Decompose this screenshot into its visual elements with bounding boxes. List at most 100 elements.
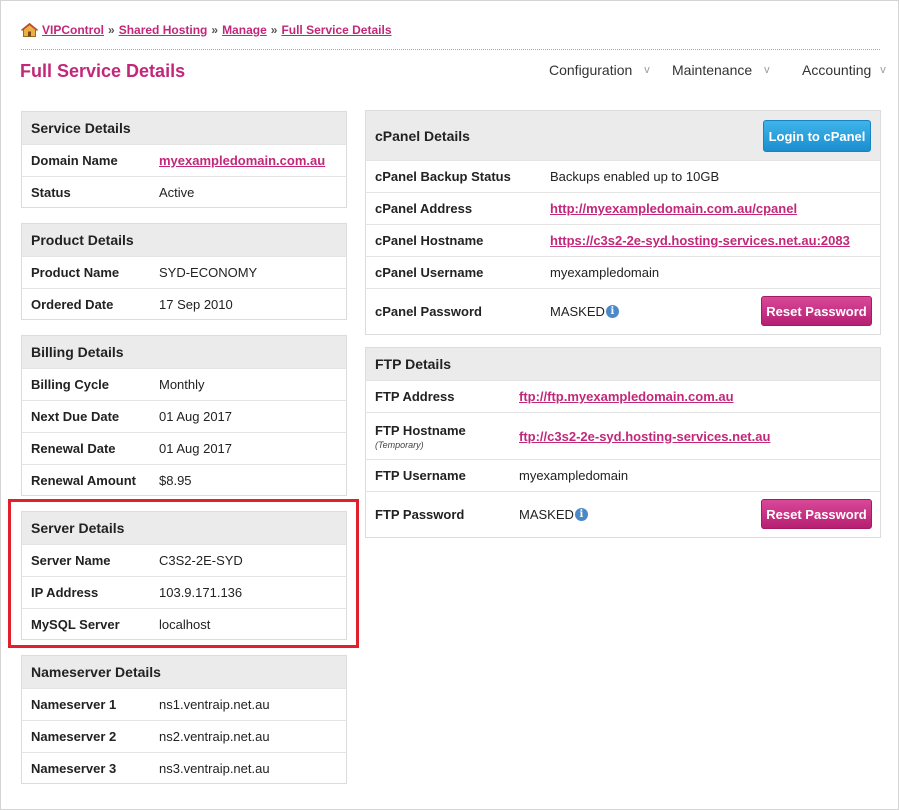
panel-title: FTP Details (366, 348, 880, 380)
row-label: cPanel Backup Status (375, 169, 511, 184)
product-details-panel: Product Details Product Name SYD-ECONOMY… (21, 223, 347, 320)
billing-details-panel: Billing Details Billing Cycle Monthly Ne… (21, 335, 347, 496)
table-row: cPanel Hostname https://c3s2-2e-syd.host… (366, 224, 880, 256)
nav-maintenance[interactable]: Maintenance v (672, 61, 770, 79)
row-label: Nameserver 2 (31, 729, 117, 744)
ftp-password-value: MASKED (519, 507, 574, 522)
ftp-details-panel: FTP Details FTP Address ftp://ftp.myexam… (365, 347, 881, 538)
page-title: Full Service Details (20, 61, 186, 81)
cpanel-password-value: MASKED (550, 304, 605, 319)
login-to-cpanel-button[interactable]: Login to cPanel (763, 120, 871, 152)
table-row: Product Name SYD-ECONOMY (22, 256, 346, 288)
row-label: Nameserver 1 (31, 697, 117, 712)
row-value: Monthly (159, 377, 205, 392)
cpanel-hostname-link[interactable]: https://c3s2-2e-syd.hosting-services.net… (550, 233, 850, 248)
nameserver-details-panel: Nameserver Details Nameserver 1 ns1.vent… (21, 655, 347, 784)
row-label: cPanel Hostname (375, 233, 484, 248)
panel-title: Product Details (22, 224, 346, 256)
info-icon[interactable]: i (574, 508, 588, 521)
header-divider (21, 49, 880, 50)
table-row: cPanel Username myexampledomain (366, 256, 880, 288)
table-row: Nameserver 3 ns3.ventraip.net.au (22, 752, 346, 783)
breadcrumb-manage[interactable]: Manage (222, 23, 267, 37)
breadcrumb-full-service-details[interactable]: Full Service Details (281, 23, 391, 37)
row-value: 01 Aug 2017 (159, 441, 233, 456)
row-label: FTP Address (375, 389, 455, 404)
table-row: cPanel Address http://myexampledomain.co… (366, 192, 880, 224)
row-label: Renewal Amount (31, 472, 136, 488)
cpanel-panel-header: cPanel Details Login to cPanel (366, 111, 880, 160)
row-value: 01 Aug 2017 (159, 409, 233, 424)
breadcrumb: VIPControl » Shared Hosting » Manage » F… (21, 21, 392, 39)
cpanel-username-value: myexampledomain (550, 265, 660, 280)
nav-maintenance-label: Maintenance (672, 62, 753, 78)
row-label: cPanel Password (375, 304, 482, 319)
panel-title: Billing Details (22, 336, 346, 368)
temporary-note: (Temporary) (375, 439, 424, 450)
row-value: ns2.ventraip.net.au (159, 729, 270, 744)
status-value: Active (159, 184, 195, 200)
row-value: $8.95 (159, 472, 192, 488)
row-label: FTP Hostname (Temporary) (366, 423, 519, 450)
service-details-panel: Service Details Domain Name myexampledom… (21, 111, 347, 208)
breadcrumb-vipcontrol[interactable]: VIPControl (42, 23, 104, 37)
panel-title: cPanel Details (375, 127, 470, 144)
table-row: Nameserver 1 ns1.ventraip.net.au (22, 688, 346, 720)
row-value: ns3.ventraip.net.au (159, 760, 270, 776)
nav-accounting-label: Accounting (802, 62, 872, 78)
table-row: Renewal Date 01 Aug 2017 (22, 432, 346, 464)
row-value: 17 Sep 2010 (159, 296, 233, 312)
table-row: Next Due Date 01 Aug 2017 (22, 400, 346, 432)
ftp-address-link[interactable]: ftp://ftp.myexampledomain.com.au (519, 389, 734, 404)
table-row: Domain Name myexampledomain.com.au (22, 144, 346, 176)
row-label: Product Name (31, 265, 120, 280)
backup-status-value: Backups enabled up to 10GB (550, 169, 720, 184)
ftp-hostname-label: FTP Hostname (375, 422, 466, 438)
table-row: cPanel Backup Status Backups enabled up … (366, 160, 880, 192)
panel-title: Service Details (22, 112, 346, 144)
table-row: cPanel Password MASKED i Reset Password (366, 288, 880, 334)
table-row: FTP Password MASKED i Reset Password (366, 491, 880, 537)
home-icon (21, 23, 38, 37)
table-row: Ordered Date 17 Sep 2010 (22, 288, 346, 319)
ftp-hostname-link[interactable]: ftp://c3s2-2e-syd.hosting-services.net.a… (519, 429, 770, 444)
row-label: Billing Cycle (31, 377, 110, 392)
table-row: Status Active (22, 176, 346, 207)
cpanel-reset-password-button[interactable]: Reset Password (761, 296, 872, 326)
row-label: Nameserver 3 (31, 760, 117, 776)
chevron-down-icon: v (644, 64, 650, 76)
row-label: FTP Username (375, 468, 466, 483)
row-label: Domain Name (31, 153, 118, 168)
row-label: Renewal Date (31, 441, 116, 456)
table-row: Renewal Amount $8.95 (22, 464, 346, 495)
row-label: cPanel Address (375, 201, 473, 216)
row-label: cPanel Username (375, 265, 484, 280)
nav-configuration[interactable]: Configuration v (549, 61, 650, 79)
nav-accounting[interactable]: Accounting v (802, 61, 886, 79)
row-value: ns1.ventraip.net.au (159, 697, 270, 712)
ftp-reset-password-button[interactable]: Reset Password (761, 499, 872, 529)
row-label: FTP Password (375, 507, 465, 522)
table-row: FTP Hostname (Temporary) ftp://c3s2-2e-s… (366, 412, 880, 459)
cpanel-details-panel: cPanel Details Login to cPanel cPanel Ba… (365, 110, 881, 335)
row-label: Next Due Date (31, 409, 120, 424)
breadcrumb-separator: » (211, 23, 219, 37)
table-row: FTP Address ftp://ftp.myexampledomain.co… (366, 380, 880, 412)
nav-configuration-label: Configuration (549, 62, 633, 78)
chevron-down-icon: v (880, 64, 886, 76)
table-row: FTP Username myexampledomain (366, 459, 880, 491)
breadcrumb-separator: » (270, 23, 278, 37)
info-icon[interactable]: i (605, 305, 619, 318)
chevron-down-icon: v (764, 64, 770, 76)
panel-title: Nameserver Details (22, 656, 346, 688)
highlight-box (8, 499, 359, 648)
breadcrumb-shared-hosting[interactable]: Shared Hosting (119, 23, 208, 37)
cpanel-address-link[interactable]: http://myexampledomain.com.au/cpanel (550, 201, 797, 216)
breadcrumb-separator: » (108, 23, 115, 37)
table-row: Billing Cycle Monthly (22, 368, 346, 400)
row-label: Status (31, 184, 71, 200)
row-value: SYD-ECONOMY (159, 265, 258, 280)
ftp-username-value: myexampledomain (519, 468, 629, 483)
domain-name-link[interactable]: myexampledomain.com.au (159, 153, 325, 168)
row-label: Ordered Date (31, 296, 114, 312)
